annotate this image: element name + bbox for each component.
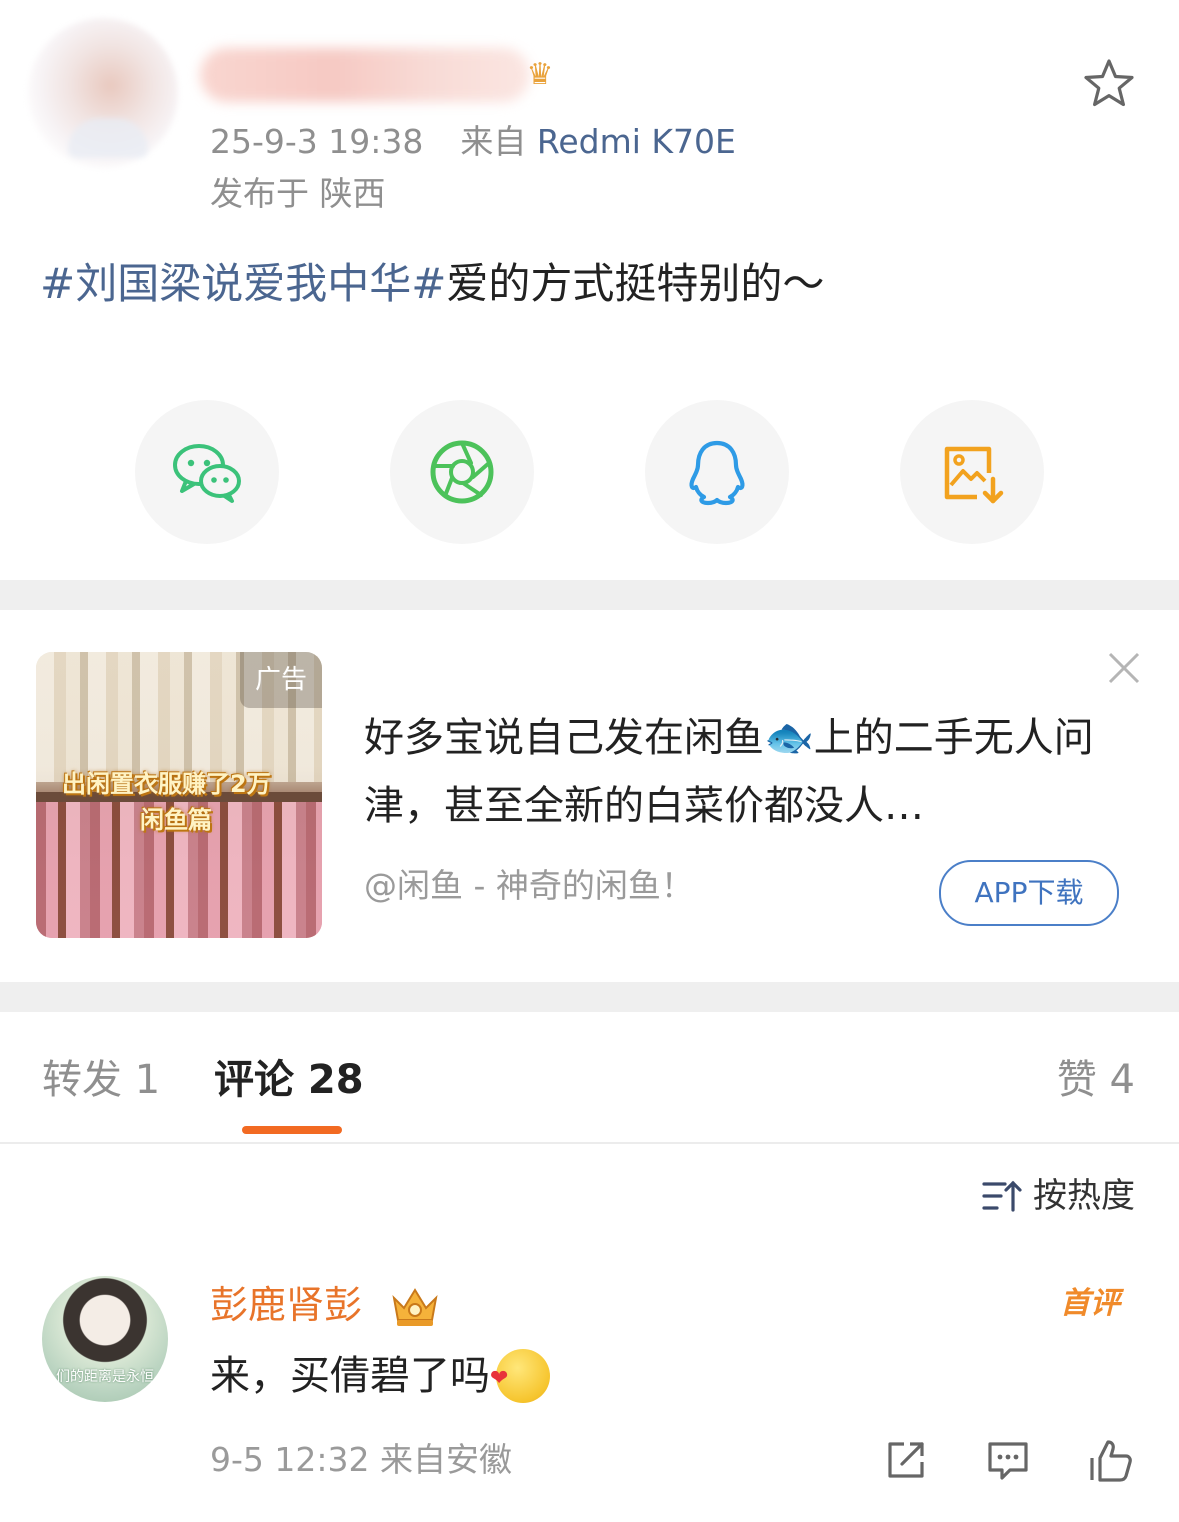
save-image-button[interactable] <box>900 400 1044 544</box>
ad-title[interactable]: 好多宝说自己发在闲鱼🐟上的二手无人问津，甚至全新的白菜价都没人… <box>364 704 1124 840</box>
crown-icon <box>388 1280 442 1330</box>
section-divider <box>0 580 1179 610</box>
app-download-button[interactable]: APP下载 <box>939 860 1119 926</box>
favorite-button[interactable] <box>1080 56 1138 114</box>
post-location: 发布于 陕西 <box>210 174 386 213</box>
share-wechat-button[interactable] <box>135 400 279 544</box>
moments-icon <box>430 440 494 504</box>
ad-source[interactable]: @闲鱼 - 神奇的闲鱼！ <box>364 862 694 910</box>
post-content: #刘国梁说爱我中华#爱的方式挺特别的～ <box>40 252 824 316</box>
comment-text: 来，买倩碧了吗 <box>210 1346 550 1409</box>
share-out-icon <box>888 1442 924 1478</box>
ad-badge: 广告 <box>240 652 322 708</box>
post-body-text: 爱的方式挺特别的～ <box>446 259 825 308</box>
sort-button[interactable]: 按热度 <box>981 1172 1135 1220</box>
comment-bubble-icon <box>988 1442 1028 1480</box>
share-moments-button[interactable] <box>390 400 534 544</box>
close-icon <box>1108 652 1140 684</box>
author-avatar[interactable] <box>28 18 178 168</box>
comment-body: 来，买倩碧了吗 <box>210 1353 490 1399</box>
ad-close-button[interactable] <box>1104 648 1144 688</box>
comment-meta: 9-5 12:32 来自安徽 <box>210 1440 512 1479</box>
avatar-caption: 们的距离是永恒 <box>56 1369 154 1385</box>
comment-like-button[interactable] <box>1086 1436 1134 1484</box>
tab-repost[interactable]: 转发 1 <box>42 1052 160 1108</box>
post-time: 25-9-3 19:38 <box>210 122 424 161</box>
share-qq-button[interactable] <box>645 400 789 544</box>
tab-comment[interactable]: 评论 28 <box>214 1052 364 1108</box>
active-tab-indicator <box>242 1126 342 1134</box>
section-divider <box>0 982 1179 1012</box>
comment-reply-button[interactable] <box>984 1436 1032 1484</box>
tab-like[interactable]: 赞 4 <box>1057 1052 1135 1108</box>
ad-thumb-subcaption: 闲鱼篇 <box>140 806 212 834</box>
post-source-prefix: 来自 <box>460 122 527 161</box>
comment-share-button[interactable] <box>882 1436 930 1484</box>
sort-icon <box>982 1180 1022 1212</box>
commenter-avatar[interactable]: 们的距离是永恒 <box>42 1276 168 1402</box>
author-name-blurred[interactable] <box>200 48 530 102</box>
topic-link[interactable]: #刘国梁说爱我中华# <box>40 259 446 308</box>
ad-thumb-caption: 出闲置衣服赚了2万 <box>62 770 271 798</box>
sort-label: 按热度 <box>1033 1176 1135 1216</box>
tabs-divider <box>0 1142 1179 1144</box>
thumbs-up-icon <box>1090 1440 1132 1482</box>
love-face-emoji-icon <box>490 1349 550 1409</box>
post-source-device[interactable]: Redmi K70E <box>537 122 736 161</box>
first-comment-badge: 首评 <box>1060 1286 1120 1321</box>
qq-icon <box>689 440 745 506</box>
star-outline-icon <box>1084 59 1134 107</box>
ad-thumbnail[interactable]: 广告 出闲置衣服赚了2万 闲鱼篇 <box>36 652 322 938</box>
save-image-icon <box>944 446 1004 504</box>
commenter-name[interactable]: 彭鹿肾彭 <box>210 1278 362 1332</box>
wechat-icon <box>173 444 241 503</box>
post-meta: 25-9-3 19:38 来自 Redmi K70E <box>210 118 736 166</box>
crown-icon: ♛ <box>526 57 554 92</box>
